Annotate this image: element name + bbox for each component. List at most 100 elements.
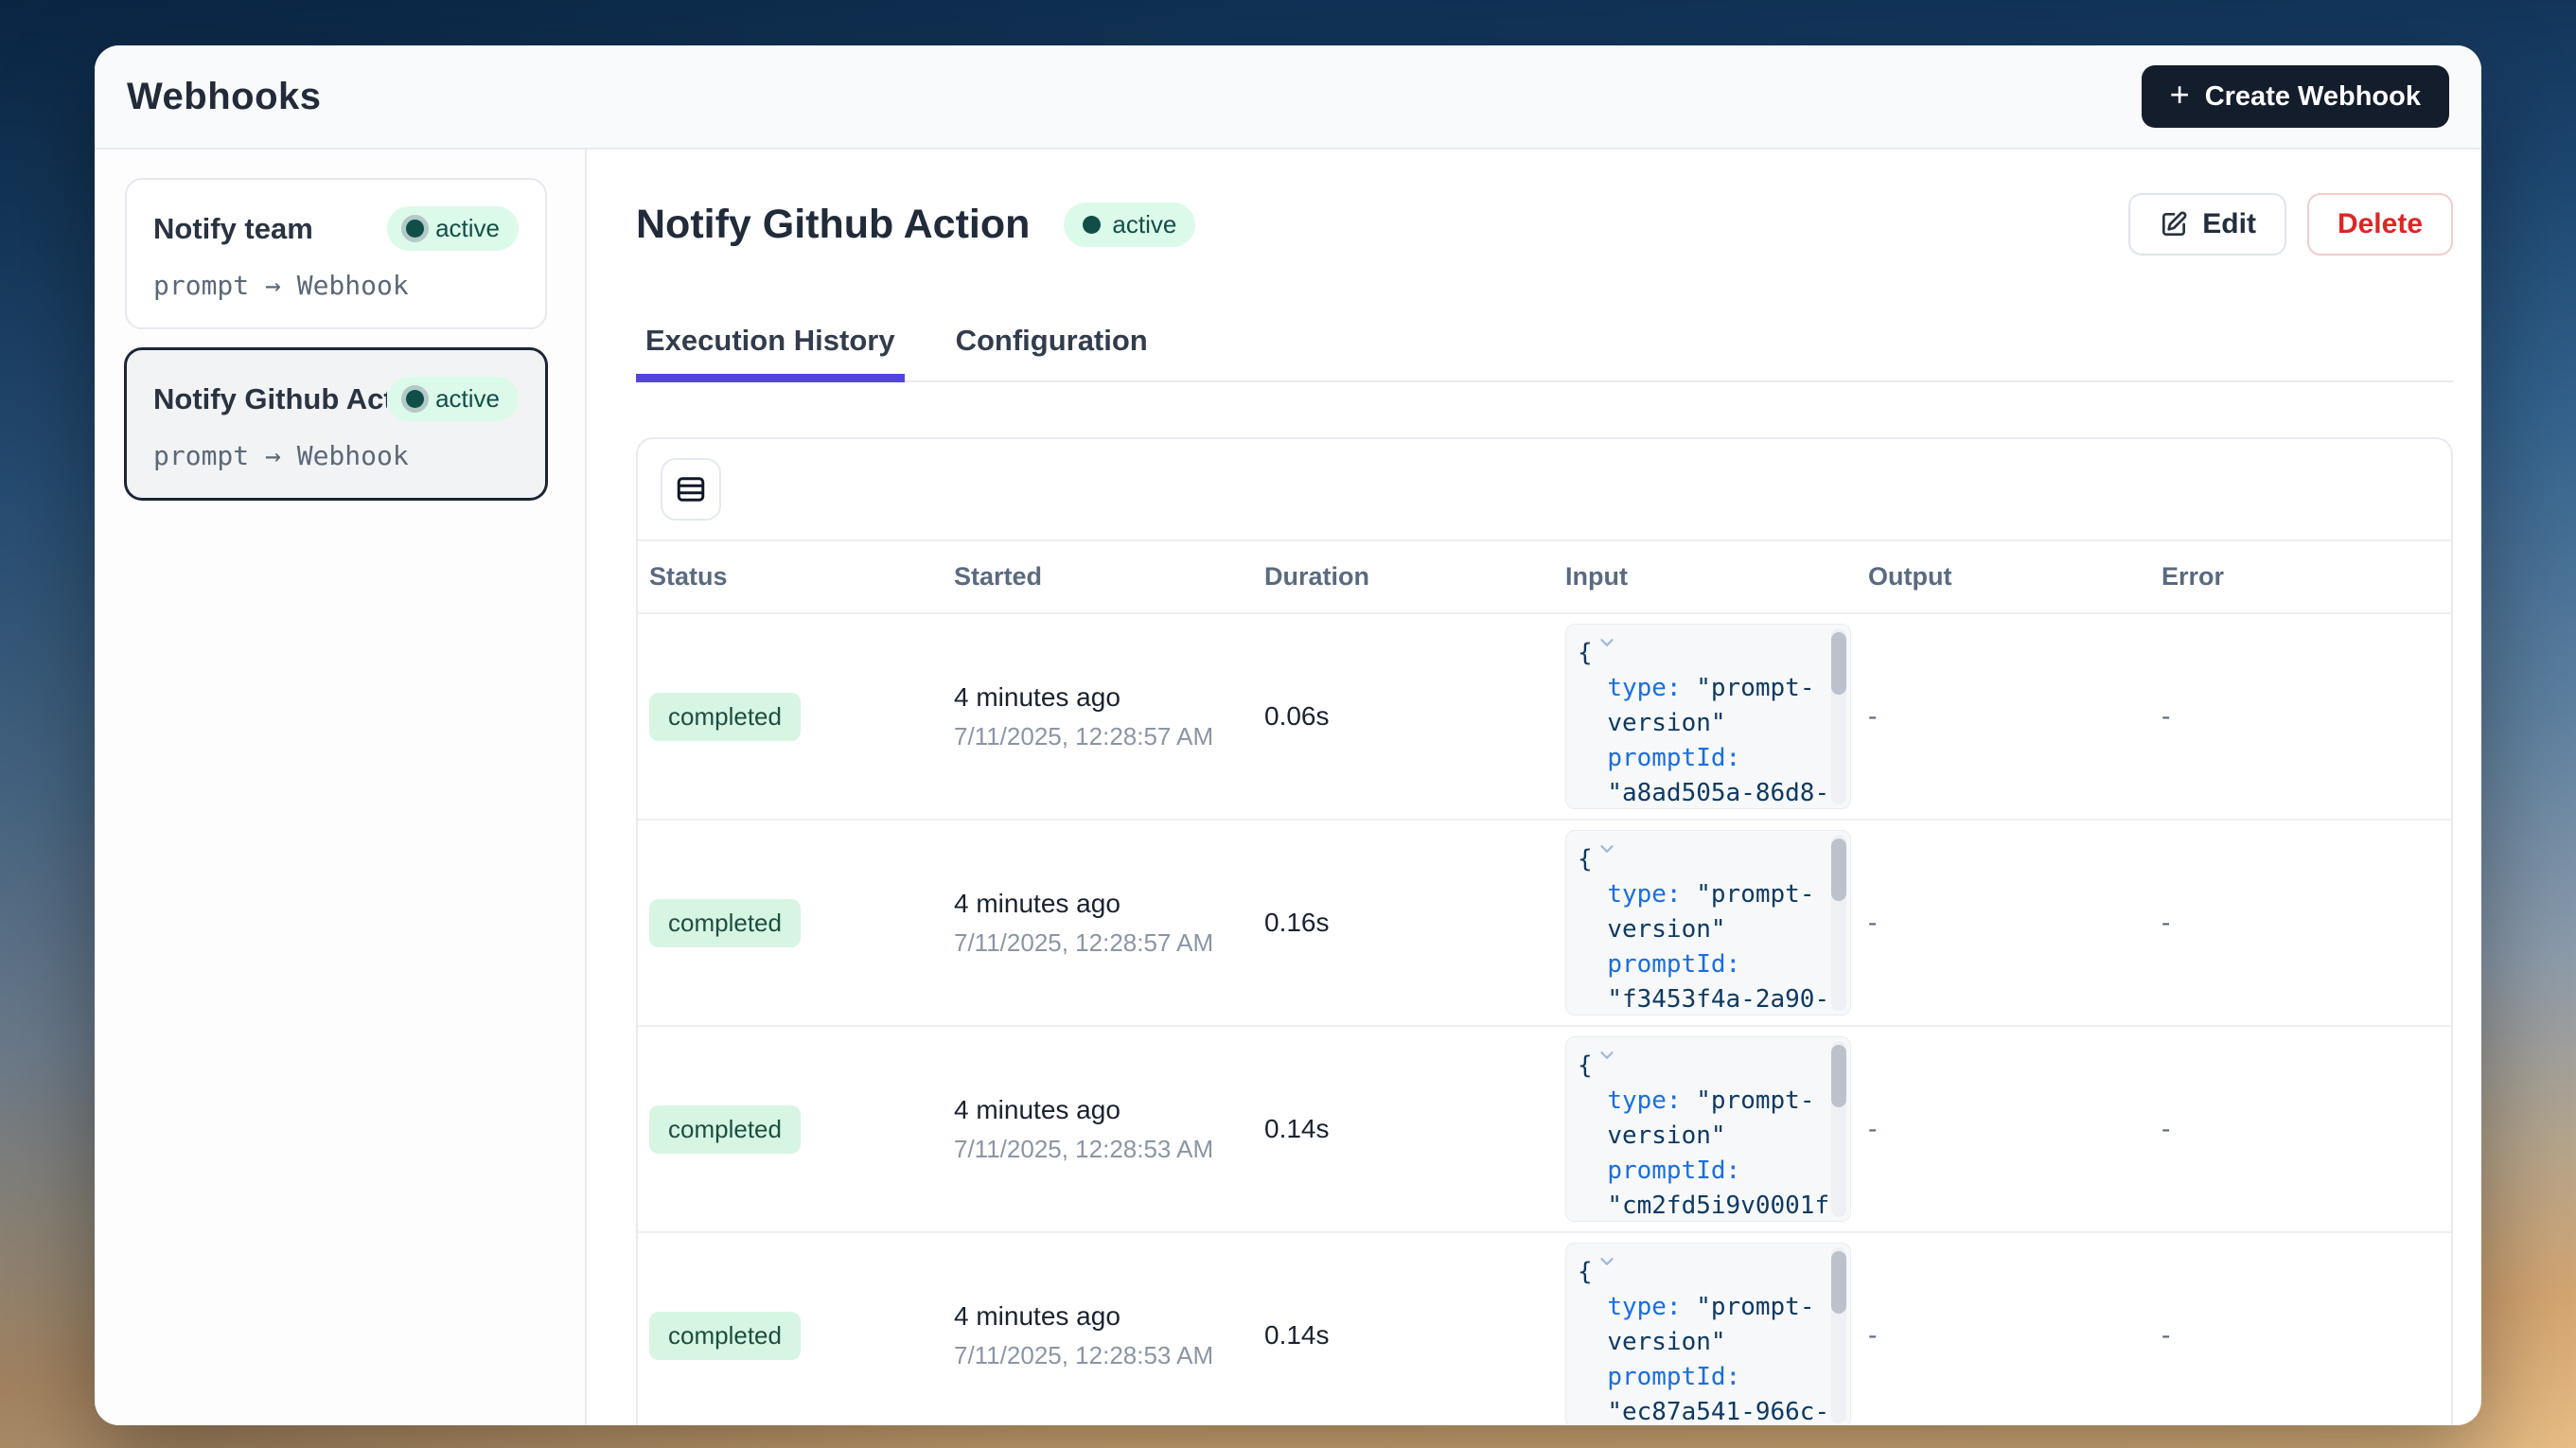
started-absolute: 7/11/2025, 12:28:53 AM (954, 1341, 1253, 1370)
tab-configuration[interactable]: Configuration (946, 324, 1157, 380)
started-relative: 4 minutes ago (954, 1301, 1253, 1332)
status-badge: completed (649, 899, 801, 947)
table-body: completed 4 minutes ago 7/11/2025, 12:28:5… (638, 614, 2451, 1425)
status-cell: completed (638, 1105, 943, 1154)
webhook-sidebar: Notify teamactiveprompt → WebhookNotify … (95, 150, 587, 1425)
table-header-row: StatusStartedDurationInputOutputError (638, 541, 2451, 614)
column-header-duration: Duration (1253, 541, 1554, 612)
execution-history-card: StatusStartedDurationInputOutputError co… (636, 437, 2453, 1425)
status-badge: completed (649, 693, 801, 741)
chevron-down-icon[interactable] (1593, 1258, 1617, 1286)
webhook-list-item[interactable]: Notify team active prompt → Webhook (125, 178, 547, 329)
edit-button[interactable]: Edit (2128, 193, 2286, 256)
plus-icon: + (2170, 78, 2190, 112)
table-row: completed 4 minutes ago 7/11/2025, 12:28:5… (638, 821, 2451, 1027)
webhook-detail-title: Notify Github Action (636, 202, 1030, 248)
create-webhook-button[interactable]: + Create Webhook (2142, 65, 2449, 128)
error-cell: - (2150, 908, 2451, 938)
status-badge: active (1064, 203, 1195, 247)
table-row: completed 4 minutes ago 7/11/2025, 12:28:5… (638, 1233, 2451, 1425)
column-header-started: Started (943, 541, 1253, 612)
duration-cell: 0.16s (1253, 908, 1554, 938)
started-absolute: 7/11/2025, 12:28:57 AM (954, 722, 1253, 751)
status-badge: completed (649, 1105, 801, 1154)
detail-tabs: Execution History Configuration (636, 324, 2453, 382)
delete-button[interactable]: Delete (2307, 193, 2453, 256)
page-title: Webhooks (127, 76, 322, 118)
column-header-status: Status (638, 541, 943, 612)
input-cell: { type: "prompt- version" promptId: "ec8… (1554, 1233, 1857, 1425)
webhook-detail-panel: Notify Github Action active (587, 150, 2481, 1425)
duration-cell: 0.06s (1253, 701, 1554, 732)
output-cell: - (1857, 701, 2150, 732)
chevron-down-icon[interactable] (1593, 845, 1617, 874)
webhook-list: Notify teamactiveprompt → WebhookNotify … (125, 178, 547, 500)
error-cell: - (2150, 701, 2451, 732)
input-scrollbar[interactable] (1831, 1247, 1846, 1423)
input-scrollbar-thumb[interactable] (1831, 1251, 1846, 1314)
status-badge-label: active (435, 214, 500, 243)
input-scrollbar-thumb[interactable] (1831, 839, 1846, 901)
input-json-viewer[interactable]: { type: "prompt- version" promptId: "f34… (1565, 830, 1851, 1015)
input-cell: { type: "prompt- version" promptId: "a8a… (1554, 614, 1857, 819)
table-row: completed 4 minutes ago 7/11/2025, 12:28:5… (638, 1027, 2451, 1233)
input-scrollbar-thumb[interactable] (1831, 632, 1846, 695)
table-toolbar (638, 439, 2451, 541)
error-cell: - (2150, 1320, 2451, 1351)
webhook-item-name: Notify team (153, 212, 313, 246)
input-json-viewer[interactable]: { type: "prompt- version" promptId: "ec8… (1565, 1243, 1851, 1425)
error-cell: - (2150, 1114, 2451, 1144)
started-cell: 4 minutes ago 7/11/2025, 12:28:53 AM (943, 1095, 1253, 1164)
started-cell: 4 minutes ago 7/11/2025, 12:28:57 AM (943, 889, 1253, 958)
input-cell: { type: "prompt- version" promptId: "f34… (1554, 821, 1857, 1025)
output-cell: - (1857, 1114, 2150, 1144)
started-cell: 4 minutes ago 7/11/2025, 12:28:57 AM (943, 682, 1253, 751)
webhook-item-name: Notify Github Acti... (153, 382, 387, 416)
status-badge-label: active (435, 384, 500, 414)
status-badge-label: active (1112, 210, 1176, 239)
webhook-item-subtitle: prompt → Webhook (153, 270, 519, 301)
status-dot-icon (1083, 216, 1101, 234)
column-header-error: Error (2150, 541, 2451, 612)
output-cell: - (1857, 908, 2150, 938)
column-header-input: Input (1554, 541, 1857, 612)
tab-execution-history[interactable]: Execution History (636, 324, 905, 380)
input-scrollbar[interactable] (1831, 628, 1846, 804)
status-badge: active (387, 377, 519, 421)
edit-button-label: Edit (2202, 208, 2256, 240)
started-cell: 4 minutes ago 7/11/2025, 12:28:53 AM (943, 1301, 1253, 1370)
input-json-viewer[interactable]: { type: "prompt- version" promptId: "cm2… (1565, 1036, 1851, 1222)
webhook-item-subtitle: prompt → Webhook (153, 440, 519, 471)
status-cell: completed (638, 899, 943, 947)
input-scrollbar[interactable] (1831, 1041, 1846, 1217)
status-badge: completed (649, 1312, 801, 1360)
pencil-icon (2159, 209, 2189, 239)
input-cell: { type: "prompt- version" promptId: "cm2… (1554, 1027, 1857, 1231)
status-dot-icon (406, 220, 424, 238)
column-header-output: Output (1857, 541, 2150, 612)
create-webhook-label: Create Webhook (2205, 81, 2421, 113)
duration-cell: 0.14s (1253, 1114, 1554, 1144)
status-badge: active (387, 206, 519, 251)
started-absolute: 7/11/2025, 12:28:53 AM (954, 1135, 1253, 1164)
app-header: Webhooks + Create Webhook (95, 45, 2481, 150)
table-view-button[interactable] (661, 458, 721, 521)
status-dot-icon (406, 390, 424, 408)
input-scrollbar-thumb[interactable] (1831, 1045, 1846, 1107)
table-row: completed 4 minutes ago 7/11/2025, 12:28:5… (638, 614, 2451, 821)
input-json-viewer[interactable]: { type: "prompt- version" promptId: "a8a… (1565, 624, 1851, 809)
webhooks-app-window: Webhooks + Create Webhook Notify team act… (95, 45, 2481, 1425)
chevron-down-icon[interactable] (1593, 1051, 1617, 1080)
duration-cell: 0.14s (1253, 1320, 1554, 1351)
started-relative: 4 minutes ago (954, 682, 1253, 713)
input-scrollbar[interactable] (1831, 835, 1846, 1011)
output-cell: - (1857, 1320, 2150, 1351)
delete-button-label: Delete (2338, 208, 2423, 240)
chevron-down-icon[interactable] (1593, 639, 1617, 667)
started-relative: 4 minutes ago (954, 1095, 1253, 1125)
started-absolute: 7/11/2025, 12:28:57 AM (954, 928, 1253, 958)
webhook-list-item[interactable]: Notify Github Acti... active prompt → Webh… (125, 348, 547, 500)
status-cell: completed (638, 1312, 943, 1360)
table-rows-icon (674, 472, 708, 506)
started-relative: 4 minutes ago (954, 889, 1253, 919)
